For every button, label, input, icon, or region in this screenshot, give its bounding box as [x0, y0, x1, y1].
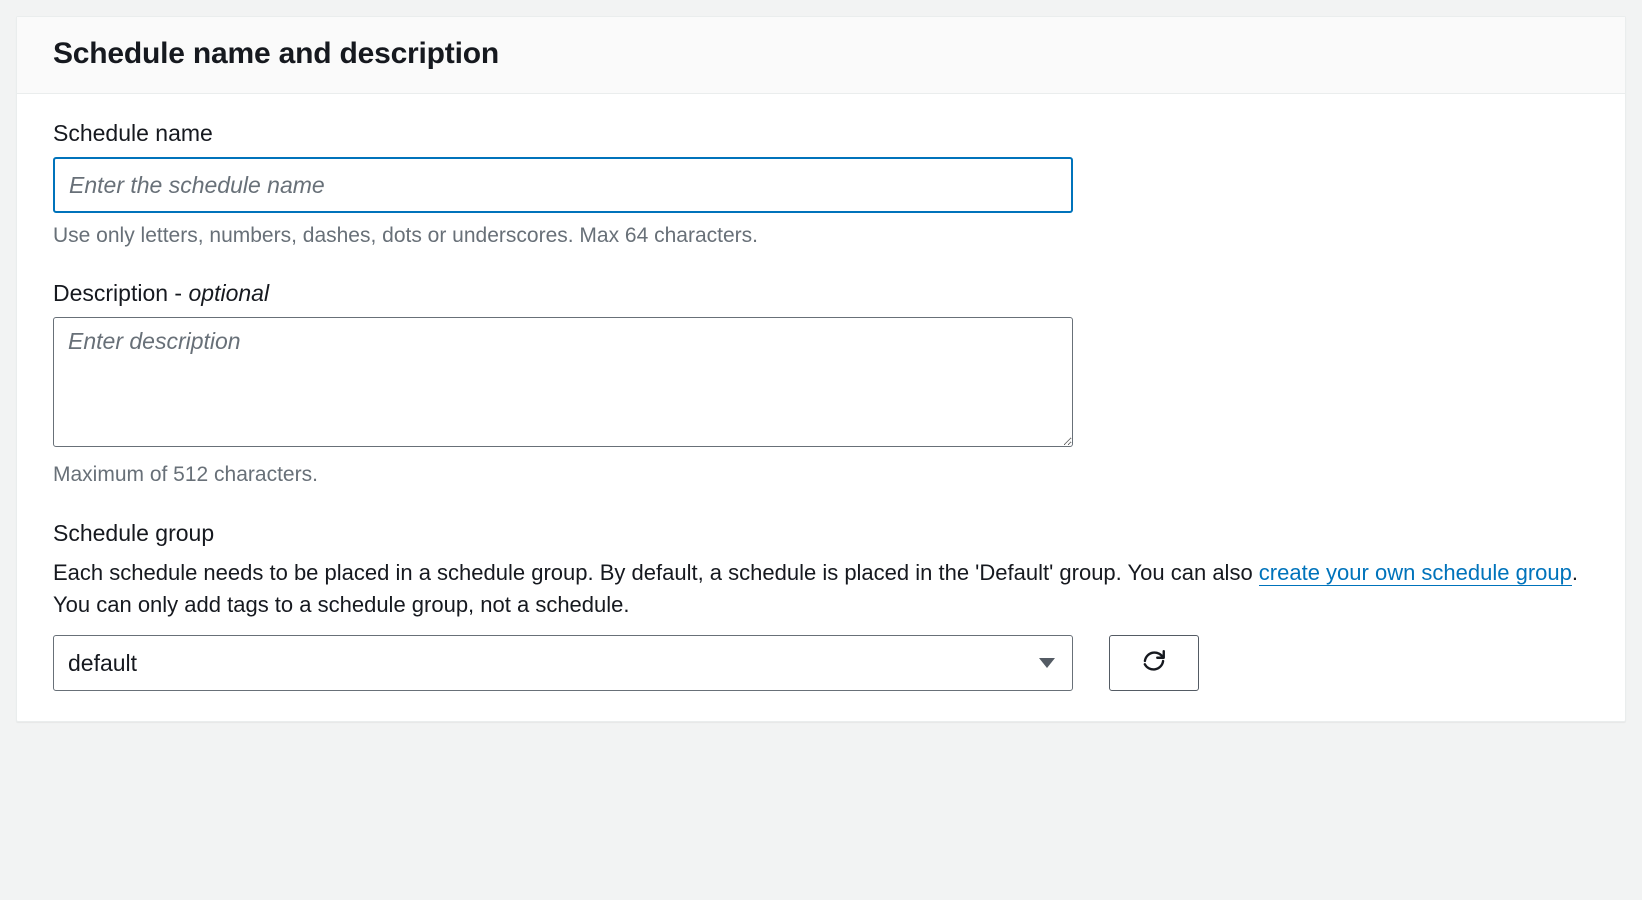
- schedule-group-row: default: [53, 635, 1589, 691]
- panel-body: Schedule name Use only letters, numbers,…: [17, 94, 1625, 721]
- panel-title: Schedule name and description: [53, 37, 1589, 71]
- schedule-name-hint: Use only letters, numbers, dashes, dots …: [53, 221, 1589, 250]
- schedule-panel: Schedule name and description Schedule n…: [16, 16, 1626, 722]
- schedule-name-input[interactable]: [53, 157, 1073, 213]
- panel-header: Schedule name and description: [17, 17, 1625, 94]
- refresh-button[interactable]: [1109, 635, 1199, 691]
- description-input[interactable]: [53, 317, 1073, 447]
- create-schedule-group-link[interactable]: create your own schedule group: [1259, 560, 1572, 586]
- schedule-group-desc-part1: Each schedule needs to be placed in a sc…: [53, 560, 1259, 585]
- schedule-name-field: Schedule name Use only letters, numbers,…: [53, 120, 1589, 250]
- description-label: Description - optional: [53, 280, 1589, 307]
- description-field: Description - optional Maximum of 512 ch…: [53, 280, 1589, 489]
- schedule-group-select[interactable]: default: [53, 635, 1073, 691]
- description-label-prefix: Description -: [53, 280, 188, 306]
- schedule-group-field: Schedule group Each schedule needs to be…: [53, 520, 1589, 691]
- schedule-group-label: Schedule group: [53, 520, 1589, 547]
- schedule-group-select-wrap: default: [53, 635, 1073, 691]
- description-hint: Maximum of 512 characters.: [53, 460, 1589, 489]
- schedule-group-description: Each schedule needs to be placed in a sc…: [53, 557, 1589, 621]
- description-label-optional: optional: [188, 280, 269, 306]
- schedule-name-label: Schedule name: [53, 120, 1589, 147]
- refresh-icon: [1141, 648, 1167, 677]
